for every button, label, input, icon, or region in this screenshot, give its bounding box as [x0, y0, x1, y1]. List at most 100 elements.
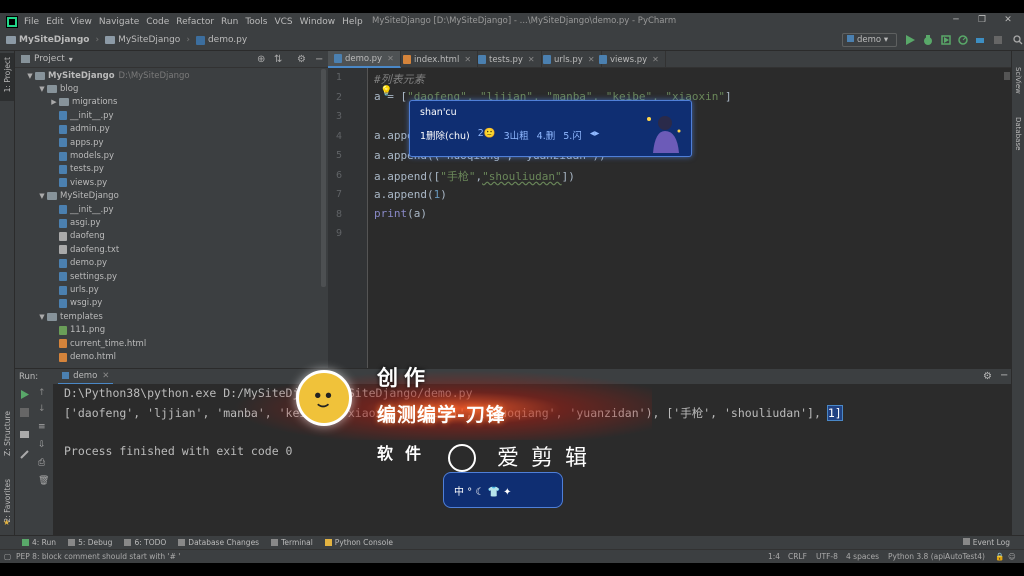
event-log-button[interactable]: Event Log [962, 538, 1010, 547]
run-icon[interactable] [905, 35, 915, 45]
menu-navigate[interactable]: Navigate [99, 17, 139, 27]
breadcrumb-root[interactable]: MySiteDjango › [6, 35, 99, 45]
database-tool-label[interactable]: Database [1014, 117, 1022, 150]
tree-file[interactable]: current_time.html [49, 337, 146, 350]
profile-icon[interactable] [958, 35, 968, 45]
locate-file-icon[interactable]: ⊕ [257, 54, 265, 65]
menu-window[interactable]: Window [300, 17, 336, 27]
tree-scrollbar[interactable] [321, 69, 326, 287]
tree-file[interactable]: urls.py [49, 283, 99, 296]
run-configuration-select[interactable]: demo ▾ [842, 33, 897, 47]
tree-file[interactable]: daofeng [49, 230, 105, 243]
tree-root[interactable]: ▼ MySiteDjango D:\MySiteDjango [25, 69, 189, 82]
tab-todo[interactable]: 6: TODO [124, 538, 166, 547]
close-tab-icon[interactable]: ✕ [528, 55, 535, 64]
ime-candidate[interactable]: 4.删 [537, 128, 556, 142]
breadcrumb-file[interactable]: demo.py [195, 35, 247, 45]
hide-panel-icon[interactable]: − [315, 54, 323, 65]
menu-edit[interactable]: Edit [46, 17, 63, 27]
tree-file[interactable]: __init__.py [49, 203, 114, 216]
ime-candidate[interactable]: 5.闪 [563, 128, 582, 142]
tab-database-changes[interactable]: Database Changes [178, 538, 259, 547]
favorites-tool-label[interactable]: 2: Favorites [3, 479, 12, 523]
tree-file[interactable]: asgi.py [49, 216, 101, 229]
restore-layout-icon[interactable] [20, 429, 29, 438]
gear-icon[interactable]: ⚙ [297, 54, 306, 65]
tree-file[interactable]: demo.py [49, 257, 107, 270]
file-encoding[interactable]: UTF-8 [816, 552, 838, 561]
arrow-down-icon[interactable]: ↓ [38, 404, 47, 414]
search-everywhere-icon[interactable] [1013, 35, 1023, 45]
minimize-icon[interactable]: ─ [946, 15, 966, 27]
close-tab-icon[interactable]: ✕ [387, 54, 394, 63]
scrollbar-marker[interactable] [1004, 72, 1010, 80]
close-tab-icon[interactable]: ✕ [102, 371, 109, 381]
menu-code[interactable]: Code [146, 17, 169, 27]
ime-candidate[interactable]: 1删除(chu) [420, 128, 470, 142]
project-panel-title[interactable]: Project [34, 54, 65, 64]
menu-run[interactable]: Run [221, 17, 238, 27]
tab-index-html[interactable]: index.html ✕ [397, 51, 479, 68]
tab-views-py[interactable]: views.py ✕ [593, 51, 666, 68]
debug-icon[interactable] [923, 35, 933, 45]
tab-debug[interactable]: 5: Debug [68, 538, 112, 547]
project-tool-button[interactable]: 1: Project [0, 53, 14, 101]
menu-help[interactable]: Help [342, 17, 363, 27]
tree-file[interactable]: admin.py [49, 123, 110, 136]
gear-icon[interactable]: ⚙ [983, 371, 992, 382]
tab-urls-py[interactable]: urls.py ✕ [537, 51, 602, 68]
tree-file[interactable]: tests.py [49, 163, 104, 176]
python-interpreter[interactable]: Python 3.8 (apiAutoTest4) [888, 552, 985, 561]
run-tab-demo[interactable]: demo ✕ [58, 369, 114, 385]
tree-folder[interactable]: ▼ MySiteDjango [37, 190, 119, 203]
arrow-up-icon[interactable]: ↑ [38, 388, 47, 398]
tree-file[interactable]: wsgi.py [49, 297, 102, 310]
soft-wrap-icon[interactable]: ≡ [38, 422, 47, 432]
close-tab-icon[interactable]: ✕ [464, 55, 471, 64]
run-console[interactable]: D:\Python38\python.exe D:/MySiteDjango/M… [53, 384, 1011, 535]
caret-position[interactable]: 1:4 [768, 552, 780, 561]
stop-icon[interactable] [20, 408, 29, 417]
indent-setting[interactable]: 4 spaces [846, 552, 879, 561]
close-icon[interactable]: ✕ [998, 15, 1018, 27]
rerun-icon[interactable] [20, 390, 29, 399]
tree-folder[interactable]: ▼ blog [37, 82, 78, 95]
tree-folder[interactable]: ▼ templates [37, 310, 103, 323]
ime-candidate[interactable]: 2🙂 [478, 128, 496, 142]
structure-tool-label[interactable]: Z: Structure [3, 411, 12, 456]
line-number-gutter[interactable]: 1 2 3 4 5 6 7 8 9 [328, 68, 368, 368]
tree-file[interactable]: 111.png [49, 324, 105, 337]
coverage-icon[interactable] [941, 35, 951, 45]
tab-python-console[interactable]: Python Console [324, 538, 393, 547]
chevron-down-icon[interactable]: ▾ [69, 55, 73, 64]
tree-file[interactable]: __init__.py [49, 109, 114, 122]
tree-file[interactable]: settings.py [49, 270, 117, 283]
sciview-tool-label[interactable]: SciView [1014, 67, 1022, 94]
print-icon[interactable]: ⎙ [38, 458, 47, 468]
menu-refactor[interactable]: Refactor [176, 17, 214, 27]
menu-file[interactable]: File [24, 17, 39, 27]
tab-run[interactable]: 4: Run [22, 538, 56, 547]
breadcrumb-package[interactable]: MySiteDjango › [105, 35, 190, 45]
collapse-all-icon[interactable]: ⇅ [274, 54, 282, 65]
tree-file[interactable]: apps.py [49, 136, 104, 149]
trash-icon[interactable]: 🗑 [38, 476, 49, 486]
tree-file[interactable]: views.py [49, 176, 107, 189]
hide-panel-icon[interactable]: − [1000, 370, 1008, 381]
stop-icon[interactable] [993, 35, 1003, 45]
tab-demo-py[interactable]: demo.py ✕ [328, 51, 401, 68]
status-toggle-icon[interactable]: ▢ [4, 552, 11, 561]
line-separator[interactable]: CRLF [788, 552, 807, 561]
lock-icon[interactable]: 🔒 [995, 552, 1004, 561]
tree-file[interactable]: daofeng.txt [49, 243, 119, 256]
inspector-icon[interactable]: ☺ [1008, 552, 1016, 561]
tab-terminal[interactable]: Terminal [271, 538, 313, 547]
tree-folder[interactable]: ▶ migrations [49, 96, 117, 109]
ime-page-arrows-icon[interactable]: ◂▸ [590, 128, 600, 142]
tree-file[interactable]: models.py [49, 149, 114, 162]
tree-file[interactable]: demo.html [49, 350, 116, 363]
scroll-to-end-icon[interactable]: ⇩ [38, 440, 47, 450]
close-tab-icon[interactable]: ✕ [652, 55, 659, 64]
tab-tests-py[interactable]: tests.py ✕ [472, 51, 542, 68]
pin-icon[interactable] [20, 450, 29, 459]
